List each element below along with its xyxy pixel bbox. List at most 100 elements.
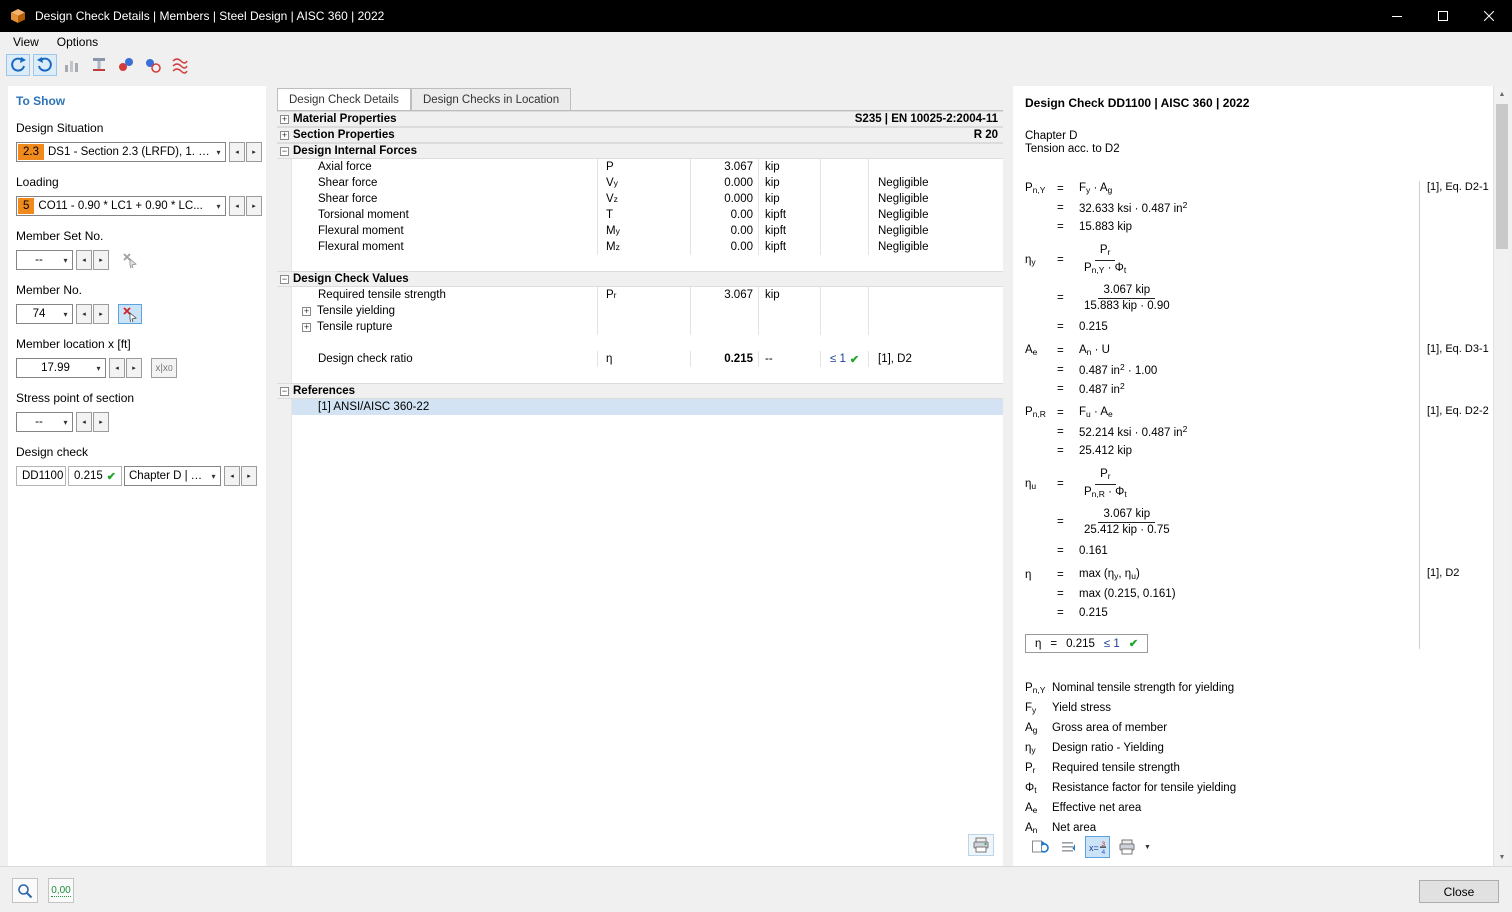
show-values-icon [119,58,133,71]
row-shear-force-vz[interactable]: Shear force Vz 0.000 kip Negligible [292,191,1003,207]
row-label: Design Internal Forces [293,145,417,157]
close-window-button[interactable] [1466,0,1512,32]
expand-icon[interactable]: + [302,306,311,316]
row-check [820,239,868,255]
design-check-chapter-value: Chapter D | T... [129,470,206,482]
row-required-tensile-strength[interactable]: Required tensile strength Pr 3.067 kip [292,287,1003,303]
jump-previous-icon [11,57,26,72]
member-location-combobox[interactable]: 17.99 ▾ [16,358,106,378]
list-icon [1061,842,1075,852]
member-set-combobox[interactable]: -- ▾ [16,250,73,270]
zoom-button[interactable] [12,878,38,903]
stress-point-next-button[interactable]: ▸ [93,412,109,432]
tab-design-checks-in-location[interactable]: Design Checks in Location [410,88,572,110]
row-symbol: Pr [597,287,690,303]
stress-point-prev-button[interactable]: ◂ [76,412,92,432]
print-formulas-button[interactable] [1114,836,1139,858]
row-references[interactable]: − References [277,383,1003,399]
design-check-prev-button[interactable]: ◂ [224,466,240,486]
row-flexural-moment-mz[interactable]: Flexural moment Mz 0.00 kipft Negligible [292,239,1003,255]
print-options-dropdown[interactable]: ▼ [1144,844,1151,851]
legend-symbol: Pn,Y [1025,681,1046,695]
equals-sign: = [1057,606,1064,619]
menu-options[interactable]: Options [48,33,107,51]
row-design-check-values[interactable]: − Design Check Values [277,271,1003,287]
collapse-icon[interactable]: − [280,275,289,284]
member-no-combobox[interactable]: 74 ▾ [16,304,73,324]
tab-design-check-details[interactable]: Design Check Details [277,88,411,110]
row-tensile-rupture[interactable]: + Tensile rupture [292,319,1003,335]
row-flexural-moment-my[interactable]: Flexural moment My 0.00 kipft Negligible [292,223,1003,239]
refresh-formulas-button[interactable] [1027,836,1052,858]
stress-point-combobox[interactable]: -- ▾ [16,412,73,432]
member-no-prev-button[interactable]: ◂ [76,304,92,324]
formula-block-eta: η = max (ηy, ηu) [1], D2 = max (0.215, 0.… [1025,565,1493,622]
decimal-places-button[interactable]: 0,00 [48,878,74,903]
row-symbol [597,319,690,335]
design-check-ratio: 0.215 ✔ [68,466,122,486]
member-no-next-button[interactable]: ▸ [93,304,109,324]
row-torsional-moment[interactable]: Torsional moment T 0.00 kipft Negligible [292,207,1003,223]
result-curves-button[interactable] [168,54,192,76]
member-location-next-button[interactable]: ▸ [126,358,142,378]
loading-next-button[interactable]: ▸ [246,196,262,216]
design-situation-next-button[interactable]: ▸ [246,142,262,162]
jump-next-button[interactable] [33,54,57,76]
row-material-properties[interactable]: + Material Properties S235 | EN 10025-2:… [277,111,1003,127]
member-select-button[interactable] [118,304,142,324]
loading-badge: 5 [18,198,35,214]
member-set-select-button[interactable] [118,250,142,270]
row-label: + Tensile rupture [292,319,597,335]
member-set-prev-button[interactable]: ◂ [76,250,92,270]
scrollbar-thumb[interactable] [1496,104,1508,249]
jump-previous-button[interactable] [6,54,30,76]
row-design-check-ratio[interactable]: Design check ratio η 0.215 -- ≤ 1 ✔ [1],… [292,351,1003,367]
scroll-down-icon[interactable]: ▼ [1494,849,1510,866]
relative-location-button[interactable]: x|x 0 [151,358,177,378]
maximize-button[interactable] [1420,0,1466,32]
row-check [820,319,868,335]
print-table-button[interactable] [968,834,994,856]
expand-icon[interactable]: + [280,131,289,140]
member-location-prev-button[interactable]: ◂ [109,358,125,378]
formula-list-button[interactable] [1056,836,1081,858]
row-axial-force[interactable]: Axial force P 3.067 kip [292,159,1003,175]
show-values-button[interactable] [114,54,138,76]
loading-combobox[interactable]: 5 CO11 - 0.90 * LC1 + 0.90 * LC... ▾ [16,196,226,216]
equals-sign: = [1057,220,1064,233]
row-shear-force-vy[interactable]: Shear force Vy 0.000 kip Negligible [292,175,1003,191]
panel-header: To Show [16,94,66,108]
chart-columns-button[interactable] [60,54,84,76]
expand-icon[interactable]: + [280,115,289,124]
legend-symbol: Fy [1025,701,1037,715]
row-unit: kipft [758,223,820,239]
statusbar: 0,00 Close [0,866,1512,912]
loading-prev-button[interactable]: ◂ [229,196,245,216]
legend-description: Required tensile strength [1052,762,1180,774]
row-design-internal-forces[interactable]: − Design Internal Forces [277,143,1003,159]
right-scrollbar[interactable]: ▲ ▼ [1493,86,1510,866]
member-set-next-button[interactable]: ▸ [93,250,109,270]
scroll-up-icon[interactable]: ▲ [1494,86,1510,103]
design-check-next-button[interactable]: ▸ [241,466,257,486]
minimize-button[interactable] [1374,0,1420,32]
show-equation-values-button[interactable]: x= 3 4 [1085,836,1110,858]
row-symbol [597,303,690,319]
row-label: Axial force [318,161,372,173]
collapse-icon[interactable]: − [280,387,289,396]
menubar: View Options [0,32,1512,52]
close-dialog-button[interactable]: Close [1419,880,1499,903]
design-check-chapter-combobox[interactable]: Chapter D | T... ▾ [124,466,221,486]
menu-view[interactable]: View [4,33,48,51]
show-numbering-button[interactable] [141,54,165,76]
design-situation-combobox[interactable]: 2.3 DS1 - Section 2.3 (LRFD), 1. t... ▾ [16,142,226,162]
expand-icon[interactable]: + [302,322,311,332]
row-tensile-yielding[interactable]: + Tensile yielding [292,303,1003,319]
row-section-properties[interactable]: + Section Properties R 20 [277,127,1003,143]
collapse-icon[interactable]: − [280,147,289,156]
section-info: R 20 [973,129,998,141]
row-label: Required tensile strength [318,289,446,301]
section-tool-button[interactable] [87,54,111,76]
design-situation-prev-button[interactable]: ◂ [229,142,245,162]
row-reference-item[interactable]: [1] ANSI/AISC 360-22 [292,399,1003,415]
